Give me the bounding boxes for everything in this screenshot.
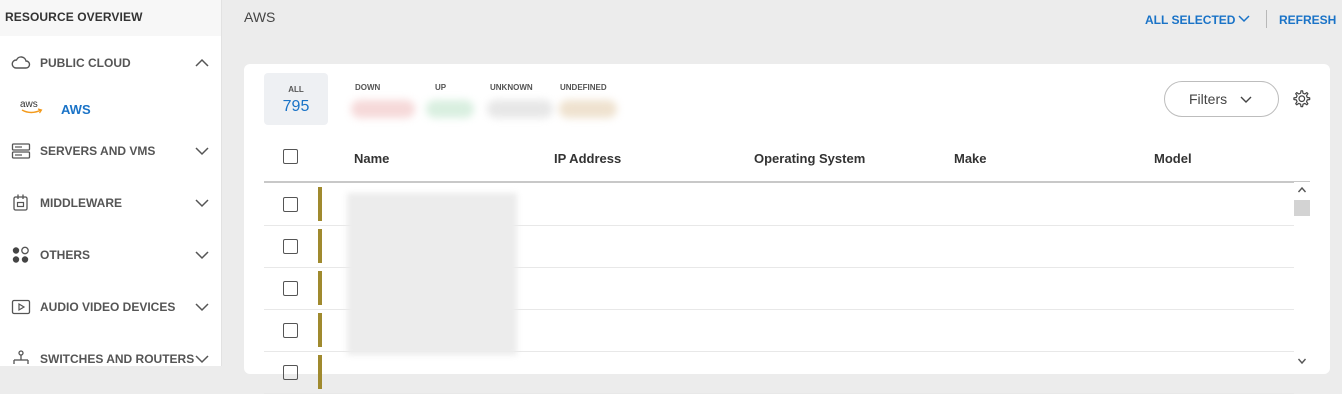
status-unknown-value — [487, 100, 553, 118]
column-header-model[interactable]: Model — [1154, 151, 1192, 166]
chevron-down-icon[interactable] — [194, 248, 210, 262]
sidebar-item-others[interactable]: OTHERS — [0, 240, 221, 270]
chevron-up-icon[interactable] — [194, 56, 210, 70]
filters-button[interactable]: Filters — [1164, 81, 1279, 117]
row-status-indicator — [318, 229, 322, 263]
sidebar-item-switches-and-routers[interactable]: SWITCHES AND ROUTERS — [0, 344, 221, 366]
row-checkbox[interactable] — [283, 323, 298, 338]
sidebar-item-public-cloud[interactable]: PUBLIC CLOUD — [0, 48, 221, 78]
header-divider — [1266, 10, 1267, 28]
column-header-operating-system[interactable]: Operating System — [754, 151, 865, 166]
refresh-button[interactable]: REFRESH — [1279, 13, 1336, 27]
chevron-down-icon[interactable] — [194, 144, 210, 158]
network-icon — [13, 350, 29, 364]
sidebar-item-label: PUBLIC CLOUD — [40, 56, 131, 70]
select-all-checkbox[interactable] — [283, 149, 298, 164]
status-unknown-label: UNKNOWN — [490, 83, 533, 92]
sidebar: RESOURCE OVERVIEW PUBLIC CLOUD aws AWS S… — [0, 0, 222, 366]
status-up-value — [426, 100, 474, 118]
row-checkbox[interactable] — [283, 365, 298, 380]
redacted-names — [347, 193, 517, 355]
chevron-down-icon[interactable] — [1237, 13, 1251, 25]
row-status-indicator — [318, 313, 322, 347]
table-scrollbar[interactable] — [1294, 182, 1310, 374]
sidebar-subitem-label: AWS — [61, 102, 91, 117]
settings-gear-icon[interactable] — [1291, 89, 1311, 109]
column-header-name[interactable]: Name — [354, 151, 389, 166]
status-up-label: UP — [435, 83, 447, 92]
sidebar-item-middleware[interactable]: MIDDLEWARE — [0, 188, 221, 218]
server-icon — [11, 143, 31, 159]
column-header-ip-address[interactable]: IP Address — [554, 151, 621, 166]
status-all-label: ALL — [288, 85, 304, 94]
filters-label: Filters — [1189, 91, 1228, 107]
status-filter-all[interactable]: ALL 795 — [264, 73, 328, 125]
row-status-indicator — [318, 187, 322, 221]
row-checkbox[interactable] — [283, 239, 298, 254]
row-checkbox[interactable] — [283, 197, 298, 212]
sidebar-item-audio-video-devices[interactable]: AUDIO VIDEO DEVICES — [0, 292, 221, 322]
sidebar-item-label: SERVERS AND VMS — [40, 144, 156, 158]
status-down-label: DOWN — [355, 83, 381, 92]
sidebar-item-label: SWITCHES AND ROUTERS — [40, 352, 195, 366]
status-all-count: 795 — [282, 98, 310, 115]
chevron-down-icon[interactable] — [194, 300, 210, 314]
middleware-icon — [13, 194, 28, 211]
chevron-down-icon — [1240, 96, 1252, 103]
sidebar-item-servers-and-vms[interactable]: SERVERS AND VMS — [0, 136, 221, 166]
sidebar-item-label: OTHERS — [40, 248, 91, 262]
others-dots-icon — [12, 246, 29, 263]
sidebar-title: RESOURCE OVERVIEW — [5, 10, 143, 24]
status-undefined-value — [559, 100, 617, 118]
chevron-down-icon[interactable] — [194, 196, 210, 210]
status-down-value — [351, 100, 415, 118]
sidebar-item-label: AUDIO VIDEO DEVICES — [40, 300, 176, 314]
status-undefined-label: UNDEFINED — [560, 83, 607, 92]
column-header-make[interactable]: Make — [954, 151, 987, 166]
scroll-down-icon[interactable] — [1297, 356, 1307, 366]
sidebar-subitem-aws[interactable]: aws AWS — [0, 95, 221, 123]
aws-logo-icon: aws — [20, 99, 43, 114]
row-status-indicator — [318, 355, 322, 389]
video-play-icon — [11, 299, 31, 315]
scrollbar-thumb[interactable] — [1294, 200, 1310, 216]
sidebar-item-label: MIDDLEWARE — [40, 196, 122, 210]
all-selected-dropdown[interactable]: ALL SELECTED — [1145, 13, 1235, 27]
scroll-up-icon[interactable] — [1297, 185, 1307, 195]
chevron-down-icon[interactable] — [194, 352, 210, 366]
aws-logo-text: aws — [20, 99, 38, 110]
row-checkbox[interactable] — [283, 281, 298, 296]
row-status-indicator — [318, 271, 322, 305]
table-row[interactable] — [264, 351, 1294, 394]
resource-card: ALL 795 DOWN UP UNKNOWN UNDEFINED Filter… — [244, 64, 1330, 394]
page-title: AWS — [244, 9, 276, 25]
cloud-icon — [11, 56, 31, 69]
